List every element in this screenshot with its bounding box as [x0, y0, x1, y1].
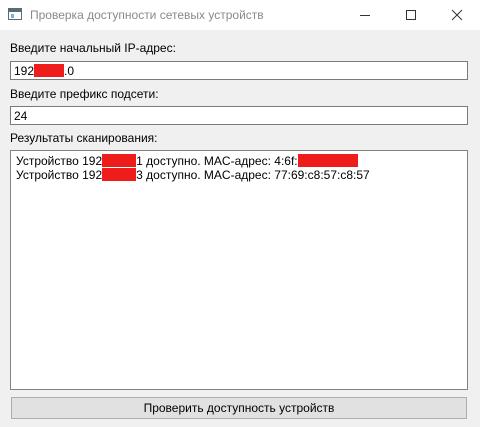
result-row: Устройство 192 3 доступно. MAC-адрес: 77:…: [16, 168, 462, 182]
maximize-button[interactable]: [388, 0, 434, 30]
title-bar[interactable]: Проверка доступности сетевых устройств: [0, 0, 480, 30]
redaction-mark: [102, 168, 137, 181]
maximize-icon: [406, 10, 416, 20]
ip-input[interactable]: 192.0: [10, 61, 468, 80]
window-title: Проверка доступности сетевых устройств: [30, 8, 264, 22]
ip-label: Введите начальный IP-адрес:: [10, 41, 176, 55]
redaction-mark: [297, 154, 358, 167]
result-suffix: 1 доступно. MAC-адрес: 4:6f:: [136, 154, 298, 168]
close-icon: [451, 9, 463, 21]
result-suffix: 3 доступно. MAC-адрес: 77:69:c8:57:c8:57: [136, 168, 370, 182]
scan-button[interactable]: Проверить доступность устройств: [11, 397, 467, 419]
ip-value-start: 192: [14, 64, 35, 78]
redaction-mark: [34, 64, 65, 77]
redaction-mark: [102, 154, 137, 167]
app-window-icon: [8, 8, 22, 20]
ip-value-end: .0: [64, 64, 75, 78]
results-label: Результаты сканирования:: [10, 131, 158, 145]
app-window: Проверка доступности сетевых устройств В…: [0, 0, 480, 427]
minimize-button[interactable]: [342, 0, 388, 30]
prefix-label: Введите префикс подсети:: [10, 87, 159, 101]
result-prefix: Устройство 192: [16, 168, 103, 182]
prefix-value: 24: [14, 109, 28, 123]
result-prefix: Устройство 192: [16, 154, 103, 168]
prefix-input[interactable]: 24: [10, 106, 468, 125]
close-button[interactable]: [434, 0, 480, 30]
results-textarea[interactable]: Устройство 192 1 доступно. MAC-адрес: 4:6…: [10, 150, 468, 390]
minimize-icon: [360, 15, 370, 16]
result-row: Устройство 192 1 доступно. MAC-адрес: 4:6…: [16, 154, 462, 168]
